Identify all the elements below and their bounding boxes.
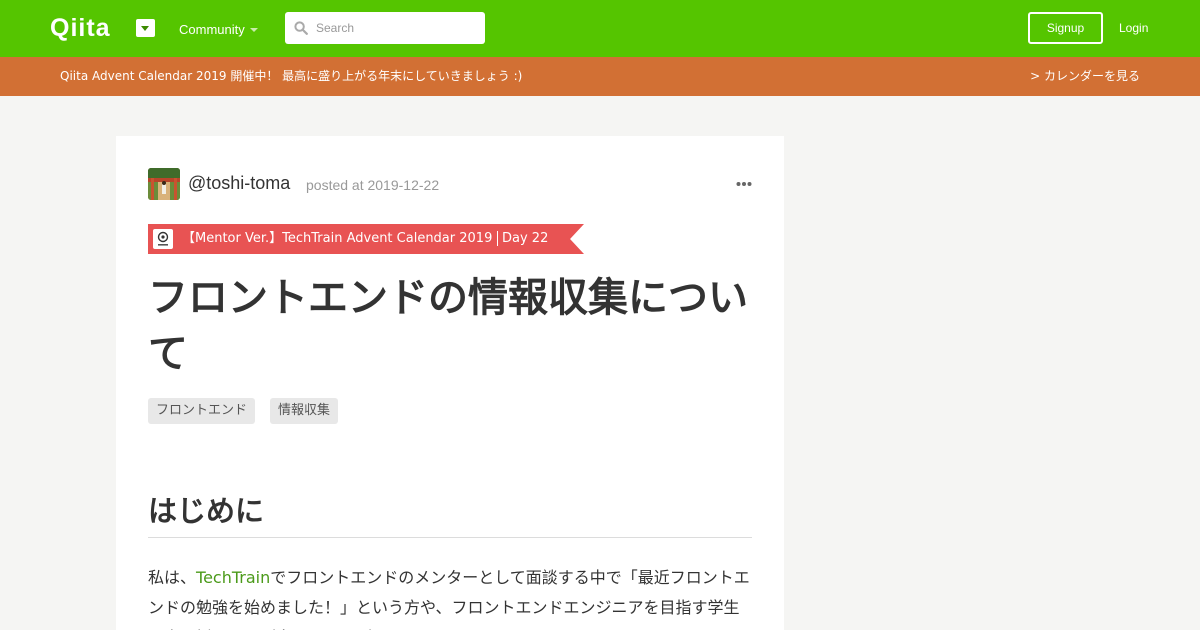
advent-calendar-banner: Qiita Advent Calendar 2019 開催中！ 最高に盛り上がる…: [0, 57, 1200, 96]
author-avatar[interactable]: [148, 168, 180, 200]
article-title: フロントエンドの情報収集について: [148, 275, 748, 377]
calendar-title[interactable]: 【Mentor Ver.】TechTrain Advent Calendar 2…: [182, 230, 492, 247]
view-calendar-link[interactable]: > カレンダーを見る: [1030, 68, 1140, 85]
intro-paragraph: 私は、TechTrainでフロントエンドのメンターとして面談する中で「最近フロン…: [148, 563, 752, 630]
section-heading: はじめに: [148, 494, 265, 528]
calendar-divider: [497, 231, 498, 246]
calendar-day[interactable]: Day 22: [502, 230, 548, 247]
paragraph-prefix: 私は、: [148, 568, 197, 587]
techtrain-logo-icon: [153, 229, 173, 249]
search-icon: [294, 21, 308, 35]
search-input[interactable]: [316, 12, 481, 44]
avatar-image: [148, 168, 180, 200]
more-options-icon[interactable]: [736, 181, 752, 187]
author-name[interactable]: @toshi-toma: [188, 173, 290, 193]
qiita-logo[interactable]: Qiita: [50, 14, 111, 42]
article-card: @toshi-toma posted at 2019-12-22 【Mentor…: [116, 136, 784, 630]
tag-information-gathering[interactable]: 情報収集: [270, 398, 339, 424]
signup-button[interactable]: Signup: [1028, 12, 1103, 44]
logo-dropdown-icon[interactable]: [136, 19, 155, 37]
tag-frontend[interactable]: フロントエンド: [148, 398, 256, 424]
techtrain-link[interactable]: TechTrain: [196, 568, 270, 587]
global-header: Qiita Community Signup Login: [0, 0, 1200, 57]
banner-message: Qiita Advent Calendar 2019 開催中！ 最高に盛り上がる…: [60, 69, 523, 83]
community-menu[interactable]: Community: [179, 22, 245, 38]
search-box[interactable]: [285, 12, 485, 44]
advent-calendar-ribbon[interactable]: 【Mentor Ver.】TechTrain Advent Calendar 2…: [148, 224, 584, 254]
posted-date: posted at 2019-12-22: [306, 177, 440, 193]
heading-divider: [148, 537, 752, 538]
login-link[interactable]: Login: [1119, 20, 1148, 36]
caret-down-icon[interactable]: [250, 28, 258, 32]
